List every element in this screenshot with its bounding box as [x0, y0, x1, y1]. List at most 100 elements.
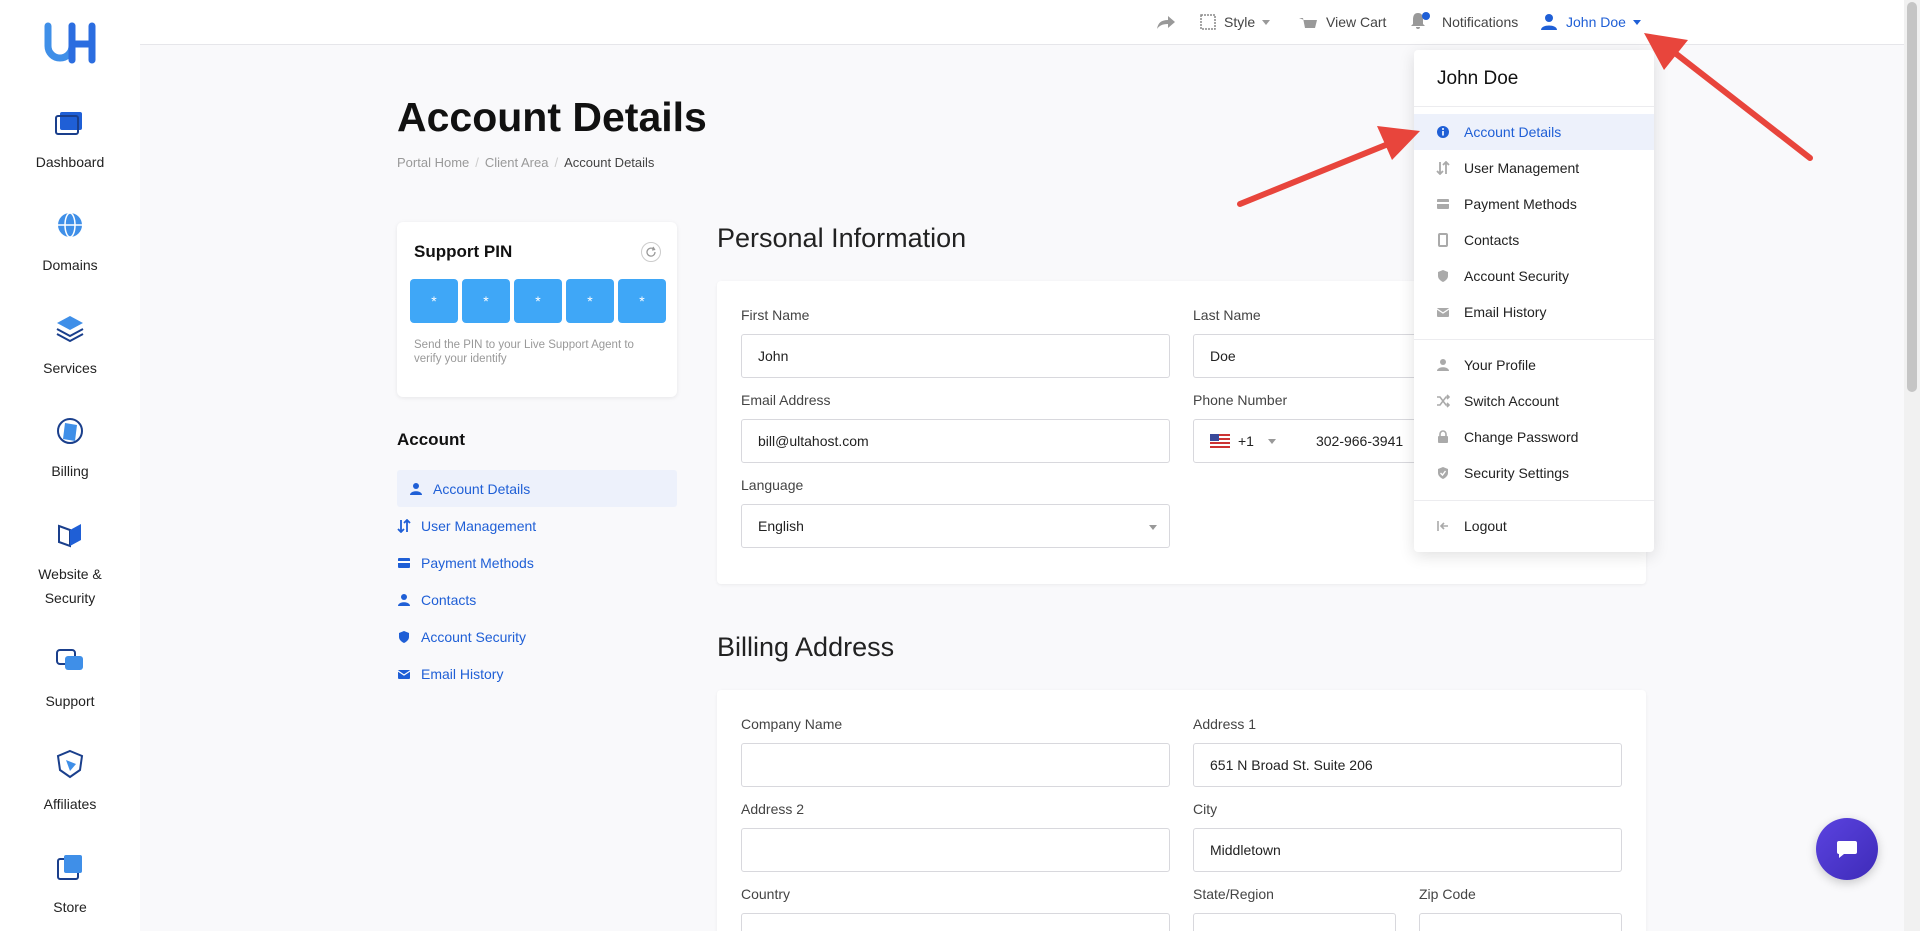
breadcrumb: Portal Home / Client Area / Account Detail… — [397, 155, 660, 170]
state-select[interactable] — [1193, 913, 1396, 931]
user-menu-toggle[interactable]: John Doe — [1540, 10, 1641, 34]
divider — [1414, 106, 1654, 107]
city-label: City — [1193, 801, 1218, 817]
chat-bubble-icon — [1837, 841, 1857, 858]
breadcrumb-portal-home[interactable]: Portal Home — [397, 155, 469, 170]
sidebar-label: Affiliates — [43, 796, 97, 812]
scrollbar-thumb[interactable] — [1907, 2, 1917, 392]
phone-label: Phone Number — [1193, 392, 1288, 408]
shuffle-icon — [1437, 394, 1450, 408]
shield-icon — [1438, 270, 1448, 282]
menu-account-security[interactable]: Account Security — [1414, 258, 1654, 294]
live-chat-button[interactable] — [1816, 818, 1878, 880]
shield-check-icon — [1438, 467, 1448, 479]
menu-label: Your Profile — [1464, 357, 1536, 373]
sidebar-label: Support — [45, 693, 95, 709]
sidebar-item-services[interactable]: Services — [0, 308, 140, 380]
user-icon — [410, 482, 422, 495]
refresh-icon — [646, 246, 656, 257]
zip-code-field[interactable] — [1419, 913, 1622, 931]
menu-account-details[interactable]: Account Details — [1414, 114, 1654, 150]
address2-field[interactable] — [741, 828, 1170, 872]
credit-card-icon — [398, 557, 410, 568]
menu-label: Account Details — [1464, 124, 1562, 140]
contact-card-icon — [1438, 233, 1448, 247]
account-nav-account-details[interactable]: Account Details — [397, 470, 677, 507]
email-label: Email Address — [741, 392, 831, 408]
arrow-to-user-menu — [1644, 33, 1813, 161]
email-field[interactable]: bill@ultahost.com — [741, 419, 1170, 463]
logout-icon — [1437, 521, 1448, 531]
pin-digit: * — [618, 279, 666, 323]
view-cart-link[interactable]: View Cart — [1298, 10, 1386, 34]
address1-field[interactable]: 651 N Broad St. Suite 206 — [1193, 743, 1622, 787]
address2-label: Address 2 — [741, 801, 805, 817]
menu-user-management[interactable]: User Management — [1414, 150, 1654, 186]
city-field[interactable]: Middletown — [1193, 828, 1622, 872]
menu-switch-account[interactable]: Switch Account — [1414, 383, 1654, 419]
language-select[interactable]: English — [741, 504, 1170, 548]
account-nav-payment-methods[interactable]: Payment Methods — [397, 544, 677, 581]
menu-logout[interactable]: Logout — [1414, 508, 1654, 544]
menu-payment-methods[interactable]: Payment Methods — [1414, 186, 1654, 222]
bell-icon — [1410, 11, 1434, 33]
sidebar-item-website-security[interactable]: Website & Security — [0, 514, 140, 610]
sidebar-label: Domains — [42, 257, 98, 273]
account-nav-contacts[interactable]: Contacts — [397, 581, 677, 618]
dashboard-icon — [55, 112, 82, 135]
layers-icon — [56, 316, 84, 343]
envelope-icon — [397, 669, 411, 679]
chevron-down-icon — [1267, 438, 1276, 444]
country-code-select[interactable]: +1 — [1210, 433, 1276, 449]
menu-email-history[interactable]: Email History — [1414, 294, 1654, 330]
share-icon — [1157, 16, 1175, 29]
page-title: Account Details — [397, 94, 707, 140]
sidebar-label: Dashboard — [35, 154, 105, 170]
menu-your-profile[interactable]: Your Profile — [1414, 347, 1654, 383]
first-name-field[interactable]: John — [741, 334, 1170, 378]
account-nav: Account Details User Management Payment … — [397, 470, 677, 692]
chat-icon — [56, 649, 83, 670]
style-dropdown[interactable]: Style — [1200, 10, 1271, 34]
notifications-label: Notifications — [1442, 14, 1519, 30]
pin-digit: * — [410, 279, 458, 323]
sidebar-item-domains[interactable]: Domains — [0, 205, 140, 277]
country-code: +1 — [1238, 433, 1254, 449]
notifications-link[interactable]: Notifications — [1410, 10, 1518, 34]
shield-icon — [399, 630, 409, 643]
pin-digit: * — [462, 279, 510, 323]
arrow-to-account-details — [1237, 126, 1420, 207]
sidebar-item-billing[interactable]: Billing — [0, 411, 140, 483]
menu-label: Logout — [1464, 518, 1507, 534]
sidebar-label: Billing — [51, 463, 89, 479]
ultahost-logo[interactable] — [44, 22, 96, 66]
divider — [1414, 500, 1654, 501]
user-dropdown-menu: John Doe Account Details User Management… — [1414, 50, 1654, 552]
company-name-field[interactable] — [741, 743, 1170, 787]
sidebar-item-dashboard[interactable]: Dashboard — [0, 102, 140, 174]
store-icon — [57, 855, 82, 880]
account-nav-account-security[interactable]: Account Security — [397, 618, 677, 655]
sidebar-label: Services — [43, 360, 97, 376]
account-nav-email-history[interactable]: Email History — [397, 655, 677, 692]
account-nav-label: Payment Methods — [421, 554, 534, 571]
sidebar-item-store[interactable]: Store — [0, 847, 140, 919]
last-name-label: Last Name — [1193, 307, 1261, 323]
country-select[interactable] — [741, 913, 1170, 931]
left-sidebar: Dashboard Domains Services Billing Websi… — [0, 0, 140, 931]
menu-security-settings[interactable]: Security Settings — [1414, 455, 1654, 491]
sidebar-item-support[interactable]: Support — [0, 641, 140, 713]
breadcrumb-client-area[interactable]: Client Area — [485, 155, 549, 170]
account-nav-user-management[interactable]: User Management — [397, 507, 677, 544]
pin-digit: * — [514, 279, 562, 323]
chevron-down-icon — [1149, 525, 1157, 530]
menu-contacts[interactable]: Contacts — [1414, 222, 1654, 258]
refresh-pin-button[interactable] — [641, 242, 661, 262]
share-button[interactable] — [1156, 10, 1184, 34]
sidebar-item-affiliates[interactable]: Affiliates — [0, 744, 140, 816]
user-icon — [1437, 359, 1449, 371]
account-nav-label: Account Security — [421, 628, 527, 645]
menu-change-password[interactable]: Change Password — [1414, 419, 1654, 455]
credit-card-icon — [1437, 199, 1449, 209]
pin-digit: * — [566, 279, 614, 323]
